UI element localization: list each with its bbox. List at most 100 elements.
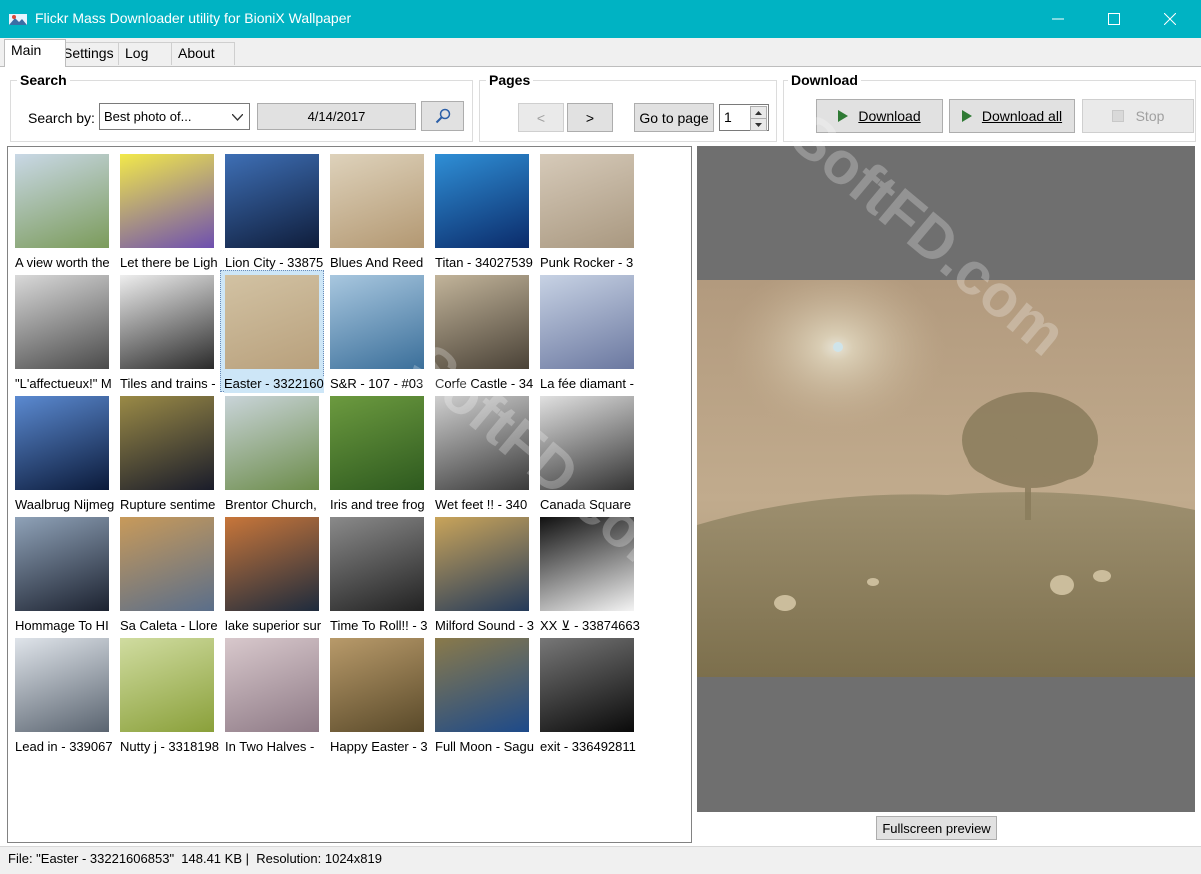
download-all-button-label: Download all [981, 108, 1063, 124]
thumbnail-item[interactable]: Lead in - 339067 [13, 635, 118, 756]
thumbnail-image [225, 154, 319, 248]
thumbnail-item[interactable]: La fée diamant - [538, 272, 643, 393]
search-mode-value: Best photo of... [104, 109, 192, 124]
thumbnail-caption: In Two Halves - [225, 739, 315, 754]
thumbnail-caption: Canada Square [540, 497, 632, 512]
tab-main[interactable]: Main [4, 39, 66, 67]
thumbnail-item[interactable]: In Two Halves - [223, 635, 328, 756]
stop-button-label: Stop [1135, 108, 1165, 124]
thumbnail-item[interactable]: Punk Rocker - 3 [538, 151, 643, 272]
status-bar: File: "Easter - 33221606853" 148.41 KB |… [0, 846, 1201, 874]
thumbnail-item[interactable]: Nutty j - 3318198 [118, 635, 223, 756]
thumbnail-image [120, 638, 214, 732]
download-all-button[interactable]: Download all [949, 99, 1075, 133]
thumbnail-image [330, 396, 424, 490]
stepper-down-button[interactable] [750, 118, 767, 131]
thumbnail-caption: XX ⊻ - 33874663 [540, 618, 640, 633]
search-mode-dropdown[interactable]: Best photo of... [99, 103, 250, 130]
close-button[interactable] [1142, 0, 1198, 38]
thumbnail-caption: exit - 336492811 [540, 739, 636, 754]
thumbnail-caption: Wet feet !! - 340 [435, 497, 528, 512]
window-title: Flickr Mass Downloader utility for Bioni… [35, 10, 352, 26]
preview-image [697, 280, 1195, 677]
maximize-button[interactable] [1086, 0, 1142, 38]
thumbnail-gallery[interactable]: A view worth the Let there be Ligh Lion Ci… [7, 146, 692, 843]
goto-page-button[interactable]: Go to page [634, 103, 714, 132]
thumbnail-item[interactable]: Happy Easter - 3 [328, 635, 433, 756]
search-group-label: Search [17, 72, 70, 88]
next-page-button[interactable]: > [567, 103, 613, 132]
status-text: File: "Easter - 33221606853" 148.41 KB |… [8, 851, 382, 866]
thumbnail-caption: Lead in - 339067 [15, 739, 113, 754]
fullscreen-preview-button[interactable]: Fullscreen preview [876, 816, 997, 840]
thumbnail-item[interactable]: Waalbrug Nijmeg [13, 393, 118, 514]
thumbnail-item[interactable]: Full Moon - Sagu [433, 635, 538, 756]
thumbnail-caption: Easter - 3322160 [224, 376, 324, 393]
thumbnail-item[interactable]: Brentor Church, [223, 393, 328, 514]
thumbnail-image [120, 517, 214, 611]
thumbnail-item[interactable]: Titan - 34027539 [433, 151, 538, 272]
thumbnail-item[interactable]: Tiles and trains - [118, 272, 223, 393]
play-icon [838, 110, 849, 122]
thumbnail-image [540, 154, 634, 248]
thumbnail-item[interactable]: "L'affectueux!" M [13, 272, 118, 393]
thumbnail-item[interactable]: Milford Sound - 3 [433, 514, 538, 635]
download-group-label: Download [788, 72, 861, 88]
thumbnail-image [435, 154, 529, 248]
thumbnail-image [15, 275, 109, 369]
thumbnail-caption: Rupture sentime [120, 497, 216, 512]
thumbnail-caption: La fée diamant - [540, 376, 634, 391]
search-by-label: Search by: [28, 110, 95, 126]
thumbnail-item[interactable]: XX ⊻ - 33874663 [538, 514, 643, 635]
thumbnail-image [120, 396, 214, 490]
thumbnail-item[interactable]: Lion City - 33875 [223, 151, 328, 272]
thumbnail-item[interactable]: lake superior sur [223, 514, 328, 635]
thumbnail-image [120, 275, 214, 369]
thumbnail-item[interactable]: Time To Roll!! - 3 [328, 514, 433, 635]
thumbnail-image [540, 517, 634, 611]
page-number-stepper[interactable]: 1 [719, 104, 769, 131]
thumbnail-image [540, 396, 634, 490]
thumbnail-item[interactable]: Hommage To HI [13, 514, 118, 635]
thumbnail-caption: Time To Roll!! - 3 [330, 618, 428, 633]
tab-strip: Main Settings Log About [0, 38, 1201, 67]
thumbnail-caption: Tiles and trains - [120, 376, 216, 391]
thumbnail-item[interactable]: A view worth the [13, 151, 118, 272]
thumbnail-caption: Milford Sound - 3 [435, 618, 534, 633]
thumbnail-caption: Punk Rocker - 3 [540, 255, 634, 270]
thumbnail-image [330, 275, 424, 369]
thumbnail-item[interactable]: Canada Square [538, 393, 643, 514]
thumbnail-image [435, 638, 529, 732]
thumbnail-item[interactable]: Rupture sentime [118, 393, 223, 514]
thumbnail-caption: A view worth the [15, 255, 110, 270]
minimize-icon [1052, 18, 1064, 20]
thumbnail-image [225, 275, 319, 369]
download-button[interactable]: Download [816, 99, 943, 133]
thumbnail-caption: Let there be Ligh [120, 255, 218, 270]
thumbnail-item[interactable]: exit - 336492811 [538, 635, 643, 756]
thumbnail-item[interactable]: S&R - 107 - #03 [328, 272, 433, 393]
tab-about[interactable]: About [171, 42, 235, 65]
thumbnail-item[interactable]: Easter - 3322160 [220, 270, 328, 393]
search-date-field[interactable]: 4/14/2017 [257, 103, 416, 130]
title-bar: Flickr Mass Downloader utility for Bioni… [0, 0, 1201, 38]
thumbnail-caption: Waalbrug Nijmeg [15, 497, 115, 512]
thumbnail-item[interactable]: Corfe Castle - 34 [433, 272, 538, 393]
thumbnail-image [540, 638, 634, 732]
thumbnail-caption: Sa Caleta - Llore [120, 618, 218, 633]
thumbnail-item[interactable]: Sa Caleta - Llore [118, 514, 223, 635]
stop-button[interactable]: Stop [1082, 99, 1194, 133]
minimize-button[interactable] [1030, 0, 1086, 38]
thumbnail-item[interactable]: Iris and tree frog [328, 393, 433, 514]
thumbnail-item[interactable]: Blues And Reed [328, 151, 433, 272]
thumbnail-caption: Blues And Reed [330, 255, 424, 270]
thumbnail-image [15, 638, 109, 732]
thumbnail-image [330, 638, 424, 732]
search-icon [435, 108, 450, 124]
search-button[interactable] [421, 101, 464, 131]
thumbnail-caption: "L'affectueux!" M [15, 376, 112, 391]
thumbnail-item[interactable]: Let there be Ligh [118, 151, 223, 272]
thumbnail-image [15, 154, 109, 248]
thumbnail-item[interactable]: Wet feet !! - 340 [433, 393, 538, 514]
prev-page-button[interactable]: < [518, 103, 564, 132]
